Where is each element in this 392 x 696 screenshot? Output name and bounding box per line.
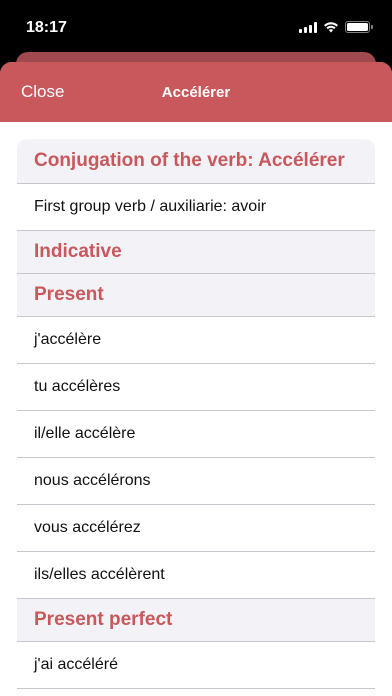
- list-item: il/elle accélère: [17, 411, 375, 458]
- list-item: j'accélère: [17, 317, 375, 364]
- tense-header-present: Present: [17, 274, 375, 317]
- list-item: tu accélères: [17, 364, 375, 411]
- status-bar: 18:17: [0, 0, 392, 52]
- list-item: vous accélérez: [17, 505, 375, 552]
- list-item: j'ai accéléré: [17, 642, 375, 689]
- status-icons: [299, 21, 373, 33]
- conjugation-heading: Conjugation of the verb: Accélérer: [17, 139, 375, 184]
- wifi-icon: [324, 22, 338, 33]
- status-time: 18:17: [26, 19, 67, 36]
- modal-sheet: Close Accélérer Conjugation of the verb:…: [0, 62, 392, 696]
- cellular-signal-icon: [299, 21, 317, 33]
- list-item: ils/elles accélèrent: [17, 552, 375, 599]
- nav-title: Accélérer: [161, 84, 231, 101]
- list-item: nous accélérons: [17, 458, 375, 505]
- navigation-bar: Close Accélérer: [0, 62, 392, 122]
- tense-header-present-perfect: Present perfect: [17, 599, 375, 642]
- verb-info-row: First group verb / auxiliarie: avoir: [17, 184, 375, 231]
- content-area[interactable]: Conjugation of the verb: Accélérer First…: [0, 122, 392, 696]
- battery-icon: [345, 21, 373, 33]
- mood-header: Indicative: [17, 231, 375, 274]
- conjugation-list[interactable]: Conjugation of the verb: Accélérer First…: [17, 139, 375, 689]
